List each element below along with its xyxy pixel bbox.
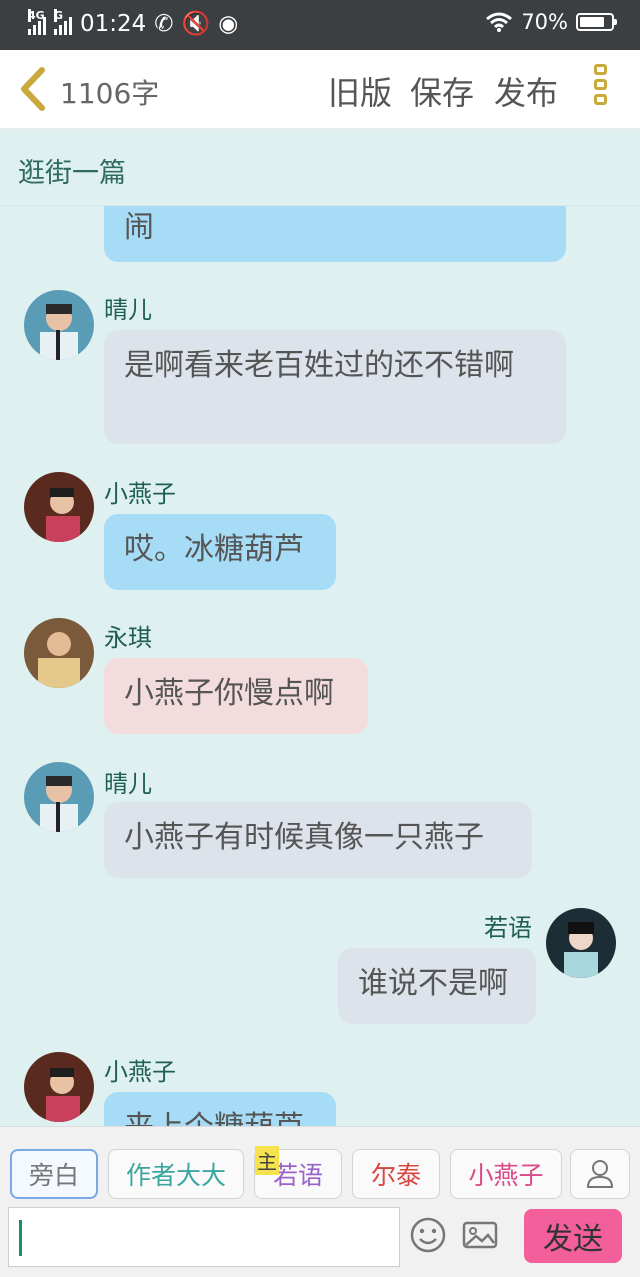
sender-name: 晴儿	[104, 770, 152, 798]
message-bubble[interactable]: 小燕子有时候真像一只燕子	[104, 802, 532, 878]
message-bubble[interactable]: 小燕子你慢点啊	[104, 658, 368, 734]
message-bubble[interactable]: 是啊看来老百姓过的还不错啊	[104, 330, 566, 444]
send-button[interactable]: 发送	[524, 1209, 622, 1263]
add-role-button[interactable]	[570, 1149, 630, 1199]
role-narration-button[interactable]: 旁白	[10, 1149, 98, 1199]
message-bubble[interactable]: 来上个糖葫芦	[104, 1092, 336, 1126]
avatar-xiaoyanzi[interactable]	[24, 1052, 94, 1122]
word-count: 1106字	[60, 77, 160, 110]
signal-g-icon: G	[54, 8, 72, 35]
signal-4g-icon: 4G	[28, 8, 46, 35]
sim-icon: ✆	[154, 10, 174, 37]
sender-name: 小燕子	[104, 1058, 176, 1086]
avatar-xiaoyanzi[interactable]	[24, 472, 94, 542]
compose-panel: 旁白 作者大大 主 若语 尔泰 小燕子 发送	[0, 1126, 640, 1277]
message-bubble[interactable]: 谁说不是啊	[338, 948, 536, 1024]
battery-icon	[576, 13, 617, 31]
chat-area[interactable]: 闹 晴儿 是啊看来老百姓过的还不错啊 小燕子 哎。冰糖葫芦 永琪 小燕子你慢点啊…	[0, 206, 640, 1126]
emoji-icon[interactable]	[408, 1215, 448, 1255]
battery-percent: 70%	[521, 10, 568, 34]
image-icon[interactable]	[460, 1215, 500, 1255]
old-version-button[interactable]: 旧版	[328, 68, 392, 114]
message-bubble[interactable]: 闹	[104, 206, 566, 262]
avatar-qinger[interactable]	[24, 762, 94, 832]
role-ruoyu-label: 若语	[272, 1161, 323, 1190]
story-title: 逛街一篇	[18, 158, 126, 189]
story-title-bar[interactable]: 逛街一篇	[0, 129, 640, 206]
person-icon	[586, 1160, 614, 1188]
sender-name: 永琪	[104, 624, 152, 652]
avatar-qinger[interactable]	[24, 290, 94, 360]
role-ertai-button[interactable]: 尔泰	[352, 1149, 440, 1199]
sender-name: 若语	[484, 914, 532, 942]
more-menu-icon[interactable]	[594, 64, 614, 114]
status-bar: 4G G 01:24 ✆ 🔇 ◉ 70%	[0, 0, 640, 50]
role-author-button[interactable]: 作者大大	[108, 1149, 244, 1199]
role-xiaoyanzi-button[interactable]: 小燕子	[450, 1149, 562, 1199]
globe-icon: ◉	[218, 10, 239, 37]
avatar-ruoyu[interactable]	[546, 908, 616, 978]
wifi-icon	[486, 12, 513, 32]
publish-button[interactable]: 发布	[494, 68, 558, 114]
save-button[interactable]: 保存	[410, 68, 474, 114]
mute-icon: 🔇	[181, 11, 211, 37]
main-role-tag: 主	[255, 1146, 279, 1175]
sender-name: 晴儿	[104, 296, 152, 324]
message-input[interactable]	[8, 1207, 400, 1267]
role-ruoyu-button[interactable]: 主 若语	[254, 1146, 342, 1199]
top-bar: 1106字 旧版 保存 发布	[0, 50, 640, 129]
text-caret	[19, 1220, 22, 1256]
message-bubble[interactable]: 哎。冰糖葫芦	[104, 514, 336, 590]
status-time: 01:24	[80, 10, 147, 37]
avatar-yongqi[interactable]	[24, 618, 94, 688]
back-chevron-icon[interactable]	[16, 66, 50, 112]
sender-name: 小燕子	[104, 480, 176, 508]
